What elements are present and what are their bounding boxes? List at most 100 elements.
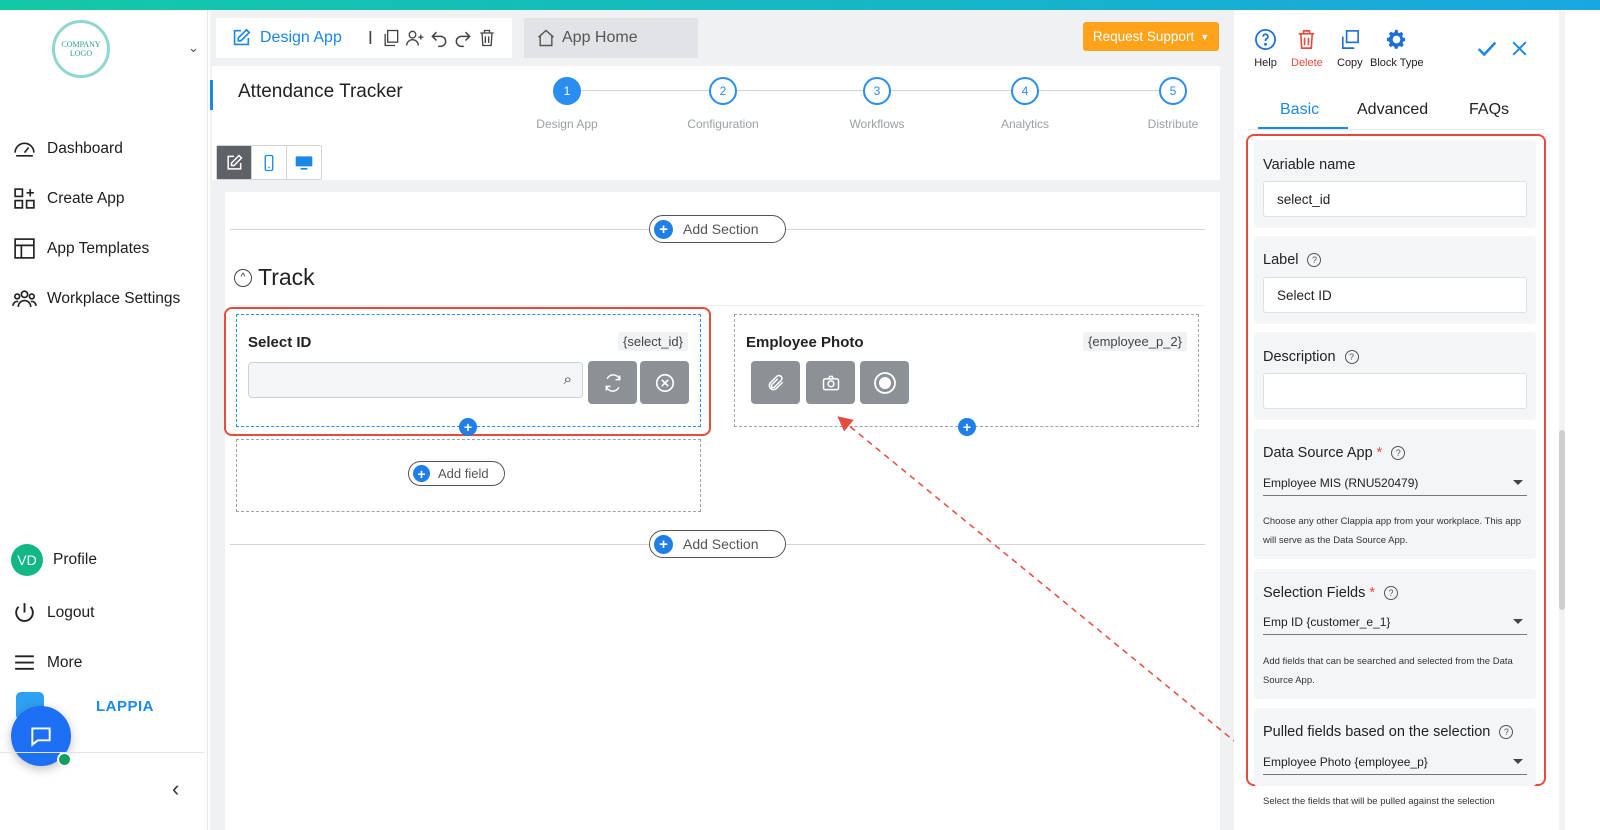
selection-fields-help-text: Add fields that can be searched and sele… — [1263, 656, 1513, 686]
selection-fields-select[interactable]: Emp ID {customer_e_1} — [1263, 609, 1527, 635]
edit-icon — [233, 28, 251, 46]
add-field-button[interactable]: + Add field — [408, 461, 505, 486]
edit-view-button[interactable] — [217, 146, 252, 179]
insert-field-plus-icon[interactable]: + — [459, 418, 477, 436]
help-button[interactable]: Help — [1254, 28, 1277, 69]
hamburger-icon — [15, 655, 34, 670]
select-id-search-input[interactable]: ⌕ — [248, 362, 583, 398]
panel-scrollbar[interactable] — [1559, 10, 1565, 830]
variable-name-label: Variable name — [1263, 157, 1356, 173]
cursor-icon: I — [367, 27, 373, 48]
insert-field-plus-icon[interactable]: + — [958, 418, 976, 436]
step-4[interactable]: 4 — [1011, 77, 1039, 105]
help-icon — [1255, 29, 1276, 50]
caret-down-icon — [1513, 480, 1523, 485]
label-input[interactable]: Select ID — [1263, 277, 1527, 313]
trash-icon[interactable] — [477, 28, 497, 48]
step-3[interactable]: 3 — [863, 77, 891, 105]
section-underline — [230, 305, 1205, 306]
request-support-button[interactable]: Request Support ▼ — [1083, 22, 1219, 51]
clear-button[interactable] — [640, 361, 689, 404]
collapse-chevron-icon[interactable]: ^ — [234, 268, 252, 287]
help-icon[interactable]: ? — [1344, 350, 1359, 364]
copy-button[interactable]: Copy — [1337, 28, 1363, 69]
desktop-icon — [295, 155, 313, 170]
help-icon[interactable]: ? — [1391, 446, 1406, 460]
confirm-check-icon[interactable] — [1475, 38, 1499, 60]
pulled-fields-label: Pulled fields based on the selection? — [1263, 724, 1514, 740]
grid-plus-icon — [14, 188, 35, 209]
sidebar-item-more[interactable]: More — [12, 650, 82, 675]
step-label: Analytics — [1000, 117, 1050, 131]
desktop-view-button[interactable] — [287, 146, 321, 179]
mobile-view-button[interactable] — [252, 146, 287, 179]
delete-button[interactable]: Delete — [1291, 28, 1323, 69]
help-icon[interactable]: ? — [1499, 725, 1514, 739]
mobile-icon — [264, 154, 274, 171]
active-tab-indicator — [1258, 127, 1348, 129]
step-1[interactable]: 1 — [553, 77, 581, 105]
copy-icon — [1342, 30, 1360, 49]
field-variable-badge: {select_id} — [618, 332, 688, 351]
help-icon[interactable]: ? — [1384, 586, 1399, 600]
close-icon[interactable] — [1510, 39, 1529, 58]
tab-app-home[interactable]: App Home — [524, 18, 698, 58]
divider — [0, 752, 204, 753]
plus-icon: + — [654, 534, 673, 554]
step-2[interactable]: 2 — [709, 77, 737, 105]
variable-name-input[interactable]: select_id — [1263, 181, 1527, 217]
pulled-fields-select[interactable]: Employee Photo {employee_p} — [1263, 749, 1527, 775]
sidebar-item-label: Profile — [53, 551, 97, 568]
camera-icon — [822, 375, 839, 390]
trash-icon — [1299, 30, 1315, 49]
workspace-chevron-down-icon[interactable]: ⌄ — [188, 40, 199, 56]
add-user-icon[interactable] — [405, 28, 425, 48]
chat-icon — [31, 727, 51, 747]
copy-icon[interactable] — [381, 28, 401, 48]
undo-icon[interactable] — [429, 28, 449, 48]
plus-icon: + — [413, 465, 430, 482]
section-header[interactable]: ^ Track — [234, 264, 315, 291]
redo-icon[interactable] — [453, 28, 473, 48]
camera-button[interactable] — [806, 361, 855, 404]
sidebar-item-logout[interactable]: Logout — [12, 600, 94, 625]
step-5[interactable]: 5 — [1159, 77, 1187, 105]
home-icon — [538, 29, 554, 47]
step-label: Configuration — [687, 117, 759, 131]
attach-button[interactable] — [751, 361, 800, 404]
add-section-button[interactable]: + Add Section — [649, 530, 786, 558]
data-source-select[interactable]: Employee MIS (RNU520479) — [1263, 470, 1527, 496]
sidebar-item-create-app[interactable]: Create App — [12, 186, 125, 211]
close-circle-icon — [655, 373, 674, 392]
tab-faqs[interactable]: FAQs — [1469, 101, 1509, 119]
record-icon — [873, 371, 896, 394]
sidebar-item-dashboard[interactable]: Dashboard — [12, 136, 123, 161]
help-icon[interactable]: ? — [1307, 253, 1322, 267]
scrollbar-thumb[interactable] — [1559, 430, 1565, 610]
caret-down-icon: ▼ — [1200, 31, 1210, 42]
pulled-fields-help-text: Select the fields that will be pulled ag… — [1263, 796, 1495, 807]
description-input[interactable] — [1263, 373, 1527, 409]
page-title: Attendance Tracker — [238, 81, 403, 102]
view-toggle — [216, 145, 322, 180]
selection-fields-label: Selection Fields *? — [1263, 585, 1399, 601]
refresh-button[interactable] — [588, 361, 637, 404]
record-button[interactable] — [860, 361, 909, 404]
sidebar-item-label: Logout — [47, 603, 95, 621]
field-label: Select ID — [248, 334, 312, 351]
block-type-button[interactable]: Block Type — [1370, 28, 1424, 69]
collapse-sidebar-chevron-icon[interactable]: ‹ — [172, 776, 179, 802]
plus-icon: + — [654, 219, 673, 239]
field-card-employee-photo[interactable] — [734, 314, 1199, 427]
step-label: Workflows — [849, 117, 905, 131]
company-logo[interactable]: COMPANY LOGO — [52, 20, 110, 78]
tab-advanced[interactable]: Advanced — [1357, 101, 1428, 119]
tab-basic[interactable]: Basic — [1280, 101, 1319, 119]
sidebar-item-workplace-settings[interactable]: Workplace Settings — [12, 286, 180, 311]
field-variable-badge: {employee_p_2} — [1083, 332, 1187, 351]
sidebar-item-profile[interactable]: VD Profile — [11, 544, 97, 576]
label-label: Label? — [1263, 252, 1322, 268]
add-section-button[interactable]: + Add Section — [649, 215, 786, 243]
tab-design-app[interactable]: Design App I — [216, 18, 512, 58]
sidebar-item-app-templates[interactable]: App Templates — [12, 236, 149, 261]
